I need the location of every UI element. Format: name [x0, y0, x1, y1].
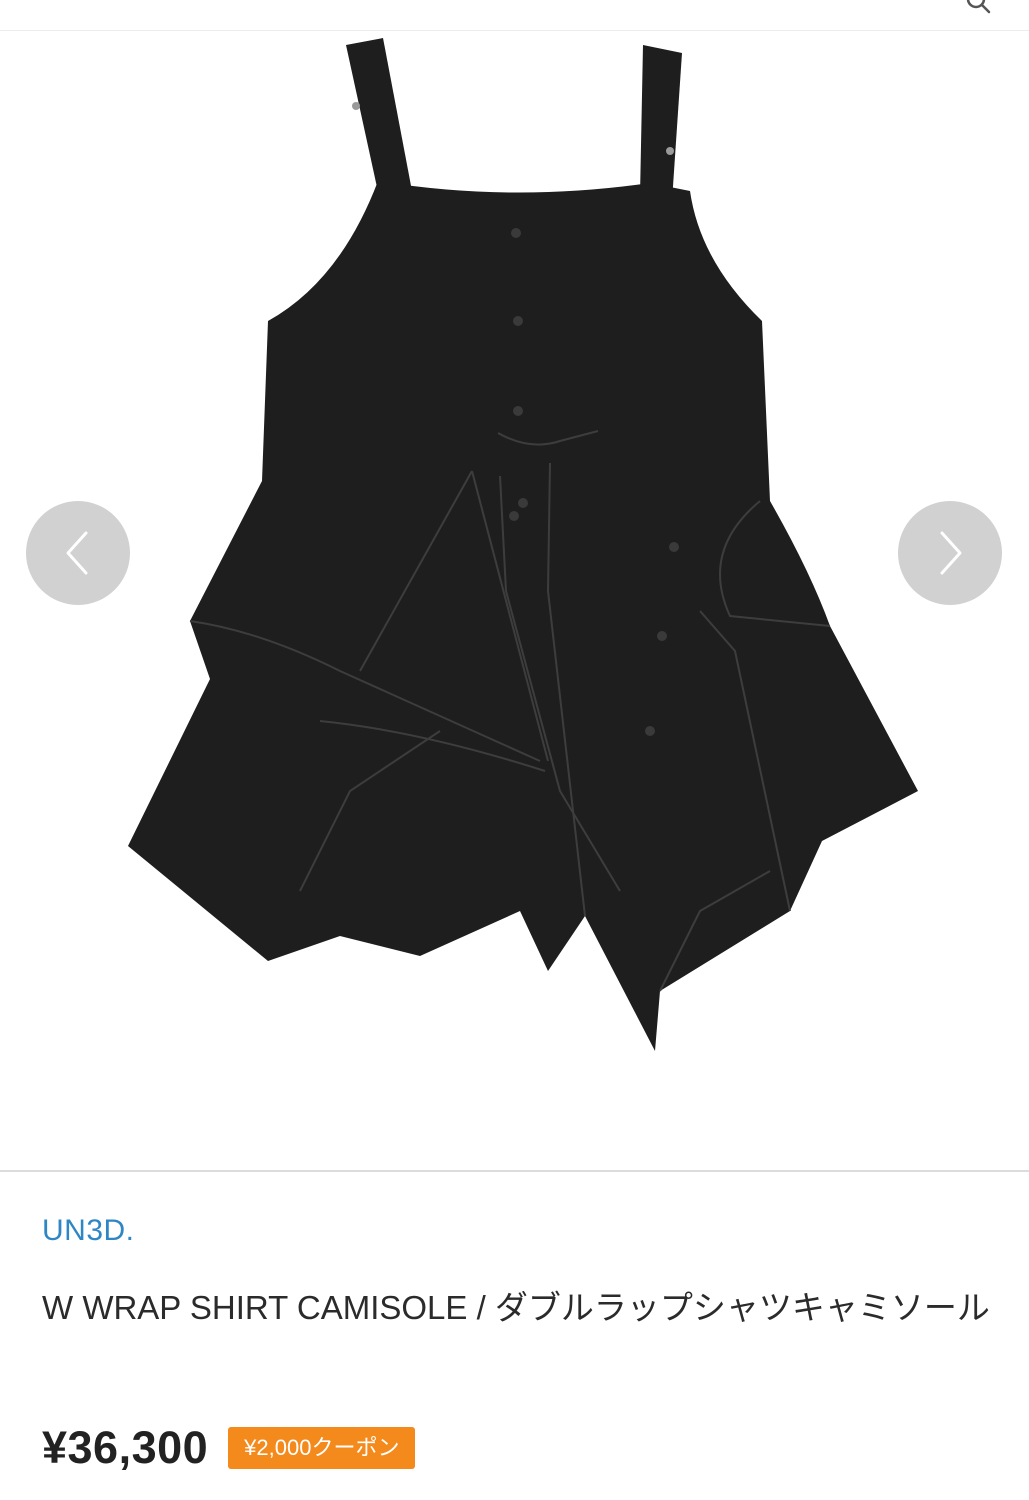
section-divider: [0, 1170, 1029, 1172]
chevron-right-icon: [940, 531, 962, 575]
product-photo: [128, 38, 918, 1051]
product-page: UN3D. W WRAP SHIRT CAMISOLE / ダブルラップシャツキ…: [0, 0, 1029, 1500]
coupon-badge[interactable]: ¥2,000クーポン: [228, 1427, 416, 1469]
product-image-gallery[interactable]: [0, 31, 1029, 1171]
product-price: ¥36,300: [42, 1422, 209, 1473]
search-icon[interactable]: [965, 0, 991, 14]
next-image-button[interactable]: [898, 501, 1002, 605]
price-row: ¥36,300 ¥2,000クーポン: [42, 1420, 416, 1476]
brand-link[interactable]: UN3D.: [42, 1214, 135, 1248]
product-title: W WRAP SHIRT CAMISOLE / ダブルラップシャツキャミソール: [42, 1289, 990, 1326]
top-header: [0, 0, 1029, 31]
previous-image-button[interactable]: [26, 501, 130, 605]
chevron-left-icon: [66, 531, 88, 575]
